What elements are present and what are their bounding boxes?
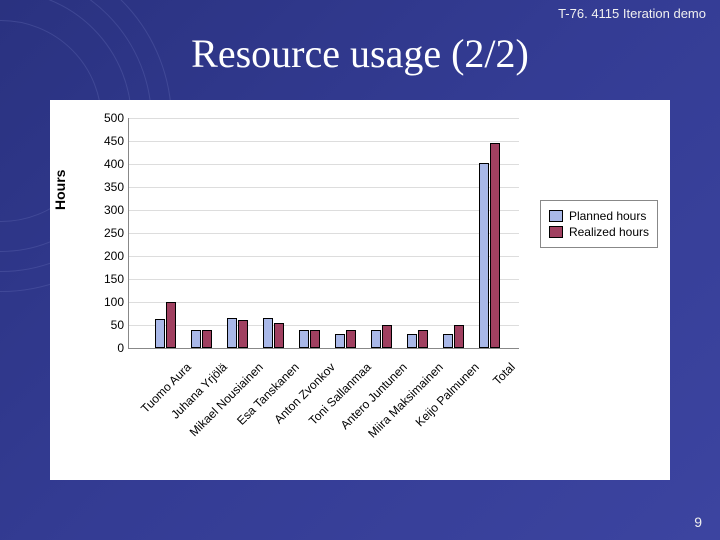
y-tick-label: 400	[84, 157, 124, 171]
bar-realized	[274, 323, 284, 348]
bar-realized	[346, 330, 356, 348]
y-tick-label: 0	[84, 341, 124, 355]
swatch-planned-icon	[549, 210, 563, 222]
y-tick-label: 450	[84, 134, 124, 148]
y-tick-label: 50	[84, 318, 124, 332]
y-tick-label: 100	[84, 295, 124, 309]
slide-title: Resource usage (2/2)	[0, 30, 720, 77]
y-tick-label: 250	[84, 226, 124, 240]
legend-entry-realized: Realized hours	[549, 225, 649, 239]
slide-page-number: 9	[694, 514, 702, 530]
y-tick-label: 300	[84, 203, 124, 217]
bar-realized	[310, 330, 320, 348]
grid-line	[129, 233, 519, 234]
bar-planned	[191, 330, 201, 348]
y-tick-label: 200	[84, 249, 124, 263]
grid-line	[129, 210, 519, 211]
bar-planned	[335, 334, 345, 348]
bar-realized	[202, 330, 212, 348]
bar-planned	[443, 334, 453, 348]
bar-realized	[238, 320, 248, 348]
bar-planned	[371, 330, 381, 348]
y-tick-label: 150	[84, 272, 124, 286]
legend: Planned hours Realized hours	[540, 200, 658, 248]
y-axis-label: Hours	[52, 170, 68, 210]
legend-label: Planned hours	[569, 209, 646, 223]
bar-realized	[166, 302, 176, 348]
legend-entry-planned: Planned hours	[549, 209, 649, 223]
grid-line	[129, 302, 519, 303]
slide-course-label: T-76. 4115 Iteration demo	[558, 6, 706, 21]
bar-planned	[407, 334, 417, 348]
bar-planned	[479, 163, 489, 348]
bar-realized	[490, 143, 500, 348]
chart-container: Hours Planned hours Realized hours 0 50 10…	[50, 100, 670, 480]
grid-line	[129, 164, 519, 165]
bar-planned	[299, 330, 309, 348]
bar-planned	[155, 319, 165, 348]
grid-line	[129, 256, 519, 257]
grid-line	[129, 118, 519, 119]
plot-area	[128, 118, 519, 349]
bar-realized	[382, 325, 392, 348]
legend-label: Realized hours	[569, 225, 649, 239]
swatch-realized-icon	[549, 226, 563, 238]
bar-planned	[263, 318, 273, 348]
slide: T-76. 4115 Iteration demo Resource usage…	[0, 0, 720, 540]
y-tick-label: 500	[84, 111, 124, 125]
grid-line	[129, 187, 519, 188]
bar-realized	[418, 330, 428, 348]
grid-line	[129, 141, 519, 142]
bar-realized	[454, 325, 464, 348]
y-tick-label: 350	[84, 180, 124, 194]
grid-line	[129, 279, 519, 280]
chart: Hours Planned hours Realized hours 0 50 10…	[50, 100, 670, 480]
bar-planned	[227, 318, 237, 348]
